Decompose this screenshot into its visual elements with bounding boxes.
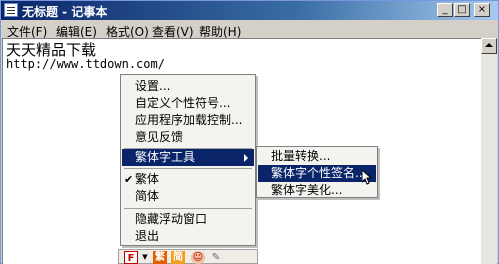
menu-item-batch-convert[interactable]: 批量转换... (258, 148, 376, 165)
minimize-button[interactable]: _ (437, 3, 453, 17)
vertical-scrollbar[interactable] (481, 38, 497, 264)
check-icon: ✔ (124, 173, 134, 186)
maximize-button[interactable]: □ (454, 3, 470, 17)
menu-item-hide-window[interactable]: 隐藏浮动窗口 (122, 211, 254, 228)
menu-item-app-control[interactable]: 应用程序加载控制... (122, 112, 254, 129)
simplified-button[interactable]: 简 (171, 251, 185, 264)
title-bar[interactable]: 无标题 - 记事本 _ □ × (1, 1, 498, 20)
menu-item-label: 繁体字工具 (135, 150, 196, 164)
edit-icon[interactable]: ✎ (209, 251, 223, 264)
menu-item-traditional[interactable]: ✔ 繁体 (122, 171, 254, 188)
traditional-button[interactable]: 繁 (153, 251, 167, 264)
window-title: 无标题 - 记事本 (22, 5, 108, 19)
emoticon-icon[interactable]: ☺ (191, 251, 205, 264)
menu-item-beautify[interactable]: 繁体字美化... (258, 182, 376, 199)
menu-item-settings[interactable]: 设置... (122, 78, 254, 95)
menu-item-simplified[interactable]: 简体 (122, 188, 254, 205)
submenu: 批量转换... 繁体字个性签名... 繁体字美化... (256, 146, 378, 198)
submenu-arrow-icon (244, 154, 248, 162)
scroll-up-button[interactable] (481, 38, 497, 54)
menu-bar: 文件(F) 编辑(E) 格式(O) 查看(V) 帮助(H) (2, 21, 498, 39)
floating-toolbar: F ▼ 繁 简 ☺ ✎ (118, 249, 258, 264)
editor-line: http://www.ttdown.com/ (6, 57, 165, 71)
menu-item-signature[interactable]: 繁体字个性签名... (258, 165, 376, 182)
context-menu: 设置... 自定义个性符号... 应用程序加载控制... 意见反馈 繁体字工具 … (120, 74, 256, 246)
menu-separator (124, 208, 252, 209)
menu-item-label: 繁体 (135, 172, 160, 186)
close-button[interactable]: × (474, 3, 490, 17)
menu-item-custom-symbols[interactable]: 自定义个性符号... (122, 95, 254, 112)
menu-item-exit[interactable]: 退出 (122, 228, 254, 245)
menu-item-font-tools[interactable]: 繁体字工具 (122, 149, 254, 166)
font-tool-icon[interactable]: F (124, 251, 138, 264)
dropdown-icon[interactable]: ▼ (141, 251, 149, 264)
mouse-cursor-icon (362, 170, 372, 185)
menu-item-feedback[interactable]: 意见反馈 (122, 129, 254, 146)
menu-separator (124, 168, 252, 169)
notepad-icon (4, 3, 18, 17)
